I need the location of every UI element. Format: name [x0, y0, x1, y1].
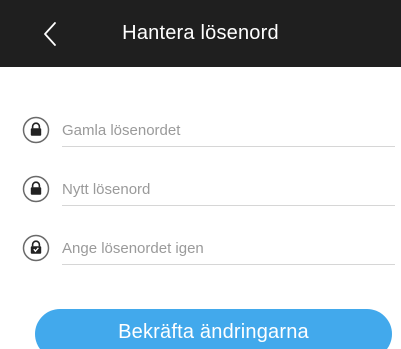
old-password-input[interactable]	[62, 114, 395, 147]
password-management-screen: Hantera lösenord Bekräfta ändringarna	[0, 0, 401, 349]
confirm-password-input[interactable]	[62, 232, 395, 265]
new-password-input[interactable]	[62, 173, 395, 206]
back-button[interactable]	[30, 17, 70, 51]
confirm-changes-button[interactable]: Bekräfta ändringarna	[35, 309, 392, 349]
header-bar: Hantera lösenord	[0, 0, 401, 67]
lock-icon	[22, 116, 50, 144]
old-password-field	[22, 114, 397, 150]
lock-icon	[22, 234, 50, 262]
lock-icon	[22, 175, 50, 203]
new-password-field	[22, 173, 397, 209]
confirm-password-field	[22, 232, 397, 268]
chevron-left-icon	[44, 22, 56, 46]
